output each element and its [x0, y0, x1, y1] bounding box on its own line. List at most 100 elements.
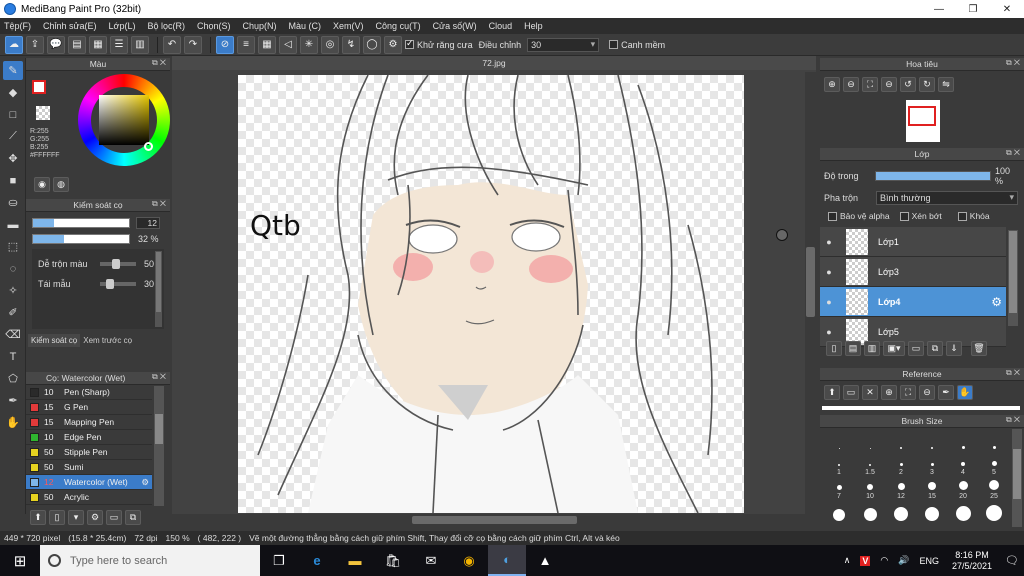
cross-snap-icon[interactable]: ▦ [258, 35, 276, 54]
layer-folder-icon[interactable]: ▭ [908, 341, 924, 356]
document-tab[interactable]: 72.jpg [172, 56, 816, 70]
lasso-tool-icon[interactable]: ◌ [3, 259, 23, 278]
panel-popout-close-icon[interactable]: ⧉ ✕ [1006, 148, 1020, 158]
brush-size-value[interactable]: 12 [136, 217, 160, 229]
new-brush-icon[interactable]: ▯ [49, 510, 65, 525]
medibang-taskbar-icon[interactable]: ◐ [488, 545, 526, 576]
hand-tool-icon[interactable]: ✋ [3, 413, 23, 432]
brush-item[interactable]: 10 Pen (Sharp) [26, 385, 152, 400]
share-icon[interactable]: ⇪ [26, 35, 44, 54]
chevron-up-icon[interactable]: ∧ [844, 555, 851, 566]
brush-cloud-icon[interactable]: ⬆ [30, 510, 46, 525]
menu-select[interactable]: Chọn(S) [197, 21, 231, 31]
menu-view[interactable]: Xem(V) [333, 21, 364, 31]
brush-item[interactable]: 50 Sumi [26, 460, 152, 475]
visibility-dot-icon[interactable]: ● [820, 267, 838, 277]
message-icon[interactable]: ▤ [68, 35, 86, 54]
rectangle-tool-icon[interactable]: □ [3, 105, 23, 124]
brush-size-cell[interactable] [824, 502, 854, 525]
menu-filter[interactable]: Bộ lọc(R) [147, 21, 185, 31]
menu-window[interactable]: Cửa số(W) [433, 21, 477, 31]
gear-icon[interactable]: ⚙ [991, 295, 1002, 309]
foreground-color-swatch[interactable] [32, 80, 46, 94]
reference-zoom-in-icon[interactable]: ⊕ [881, 385, 897, 400]
reference-zoom-out-icon[interactable]: ⊖ [919, 385, 935, 400]
layer-row[interactable]: ● Lớp3 [820, 257, 1006, 287]
new-layer-icon[interactable]: ▯ [826, 341, 842, 356]
brush-size-slider[interactable] [32, 218, 130, 228]
reference-upload-icon[interactable]: ⬆ [824, 385, 840, 400]
edge-browser-icon[interactable]: e [298, 545, 336, 576]
brush-size-cell[interactable] [824, 430, 854, 453]
reference-close-icon[interactable]: ✕ [862, 385, 878, 400]
brush-size-cell[interactable] [855, 502, 885, 525]
grid-icon[interactable]: ▥ [131, 35, 149, 54]
select-rect-tool-icon[interactable]: ⬚ [3, 237, 23, 256]
hue-wheel[interactable] [78, 74, 170, 166]
panel-popout-close-icon[interactable]: ⧉ ✕ [152, 58, 166, 68]
fit-screen-icon[interactable]: ⛶ [862, 77, 878, 92]
brush-opacity-slider[interactable] [32, 234, 130, 244]
delete-layer-icon[interactable]: 🗑 [971, 341, 987, 356]
brush-size-cell[interactable]: 7 [824, 478, 854, 501]
brush-tool-icon[interactable]: ✎ [3, 61, 23, 80]
list-icon[interactable]: ☰ [110, 35, 128, 54]
brush-settings-icon[interactable]: ⚙ [87, 510, 103, 525]
circle-snap-icon[interactable]: ◯ [363, 35, 381, 54]
text-tool-icon[interactable]: T [3, 347, 23, 366]
brush-size-scrollbar[interactable] [1012, 429, 1022, 527]
brush-size-cell[interactable]: 1.5 [855, 454, 885, 477]
brush-size-cell[interactable] [886, 502, 916, 525]
add-layer-menu-icon[interactable]: ▣▾ [883, 341, 905, 356]
menu-capture[interactable]: Chụp(N) [243, 21, 277, 31]
menu-edit[interactable]: Chỉnh sửa(E) [43, 21, 97, 31]
palette-add-icon[interactable]: ◍ [53, 177, 69, 192]
zoom-actual-icon[interactable]: ⊖ [881, 77, 897, 92]
antialias-checkbox[interactable] [405, 38, 414, 49]
panel-popout-close-icon[interactable]: ⧉ ✕ [1006, 415, 1020, 425]
reference-fit-icon[interactable]: ⛶ [900, 385, 916, 400]
drawing-canvas[interactable]: Qtb [238, 75, 744, 513]
brush-size-cell[interactable]: 4 [948, 454, 978, 477]
minimize-button[interactable]: — [922, 0, 956, 18]
brush-size-cell[interactable] [948, 502, 978, 525]
brush-size-cell[interactable] [886, 430, 916, 453]
rotate-left-icon[interactable]: ↺ [900, 77, 916, 92]
brush-size-cell[interactable]: 25 [979, 478, 1009, 501]
lock-checkbox[interactable] [957, 211, 967, 221]
select-eraser-tool-icon[interactable]: ⌫ [3, 325, 23, 344]
panel-popout-close-icon[interactable]: ⧉ ✕ [1006, 58, 1020, 68]
brush-add-menu-icon[interactable]: ▾ [68, 510, 84, 525]
taskbar-clock[interactable]: 8:16 PM 27/5/2021 [952, 550, 992, 572]
protect-alpha-checkbox[interactable] [828, 211, 837, 221]
snap-checkbox[interactable] [609, 40, 619, 49]
brush-item[interactable]: 50 Acrylic [26, 490, 152, 505]
radial-snap-icon[interactable]: ✳ [300, 35, 318, 54]
brush-size-cell[interactable] [917, 502, 947, 525]
mail-icon[interactable]: ✉ [412, 545, 450, 576]
bucket-tool-icon[interactable]: ⛀ [3, 193, 23, 212]
saturation-value-square[interactable] [99, 95, 149, 145]
magic-wand-tool-icon[interactable]: ✧ [3, 281, 23, 300]
brush-item[interactable]: 50 Stipple Pen [26, 445, 152, 460]
visibility-dot-icon[interactable]: ● [820, 237, 838, 247]
close-button[interactable]: ✕ [990, 0, 1024, 18]
clipping-checkbox[interactable] [899, 211, 909, 221]
curve-snap-icon[interactable]: ↯ [342, 35, 360, 54]
duplicate-layer-icon[interactable]: ⧉ [927, 341, 943, 356]
brush-item[interactable]: 15 G Pen [26, 400, 152, 415]
brush-item[interactable]: 15 Mapping Pen [26, 415, 152, 430]
menu-help[interactable]: Help [524, 21, 543, 31]
zoom-out-icon[interactable]: ⊖ [843, 77, 859, 92]
parallel-snap-icon[interactable]: ≡ [237, 35, 255, 54]
panel-popout-close-icon[interactable]: ⧉ ✕ [152, 199, 166, 209]
flip-horizontal-icon[interactable]: ⇋ [938, 77, 954, 92]
line-tool-icon[interactable]: ⟋ [3, 127, 23, 146]
brush-size-cell[interactable]: 10 [855, 478, 885, 501]
brush-size-cell[interactable] [979, 430, 1009, 453]
redo-icon[interactable]: ↷ [184, 35, 202, 54]
panel-popout-close-icon[interactable]: ⧉ ✕ [1006, 368, 1020, 378]
cloud-icon[interactable]: ☁ [5, 35, 23, 54]
maximize-button[interactable]: ❐ [956, 0, 990, 18]
layer-list-scrollbar[interactable] [1008, 230, 1018, 326]
